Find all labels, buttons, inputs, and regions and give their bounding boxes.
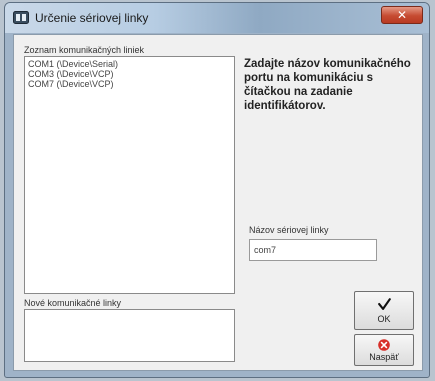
back-button[interactable]: Naspäť: [354, 334, 414, 366]
list-item[interactable]: COM7 (\Device\VCP): [25, 79, 234, 89]
new-lines-label: Nové komunikačné linky: [24, 298, 122, 308]
dialog-window: Určenie sériovej linky ✕ Zoznam komunika…: [4, 2, 430, 378]
ok-button[interactable]: OK: [354, 291, 414, 330]
new-lines-list[interactable]: [24, 309, 235, 362]
port-list-label: Zoznam komunikačných liniek: [24, 45, 145, 55]
list-item[interactable]: COM1 (\Device\Serial): [25, 59, 234, 69]
close-icon: ✕: [396, 8, 408, 22]
back-button-label: Naspäť: [369, 352, 399, 362]
window-title: Určenie sériovej linky: [35, 11, 149, 25]
ok-button-label: OK: [377, 314, 391, 324]
dialog-client-area: Zoznam komunikačných liniek COM1 (\Devic…: [13, 34, 423, 371]
close-button[interactable]: ✕: [381, 6, 423, 24]
app-icon: [13, 11, 29, 24]
instruction-text: Zadajte názov komunikačného portu na kom…: [244, 58, 411, 112]
port-name-label: Názov sériovej linky: [249, 225, 329, 235]
port-name-input[interactable]: com7: [249, 239, 377, 261]
cancel-icon: [378, 339, 390, 351]
checkmark-icon: [378, 298, 391, 310]
list-item[interactable]: COM3 (\Device\VCP): [25, 69, 234, 79]
port-list[interactable]: COM1 (\Device\Serial) COM3 (\Device\VCP)…: [24, 56, 235, 294]
title-bar[interactable]: Určenie sériovej linky ✕: [5, 3, 429, 33]
